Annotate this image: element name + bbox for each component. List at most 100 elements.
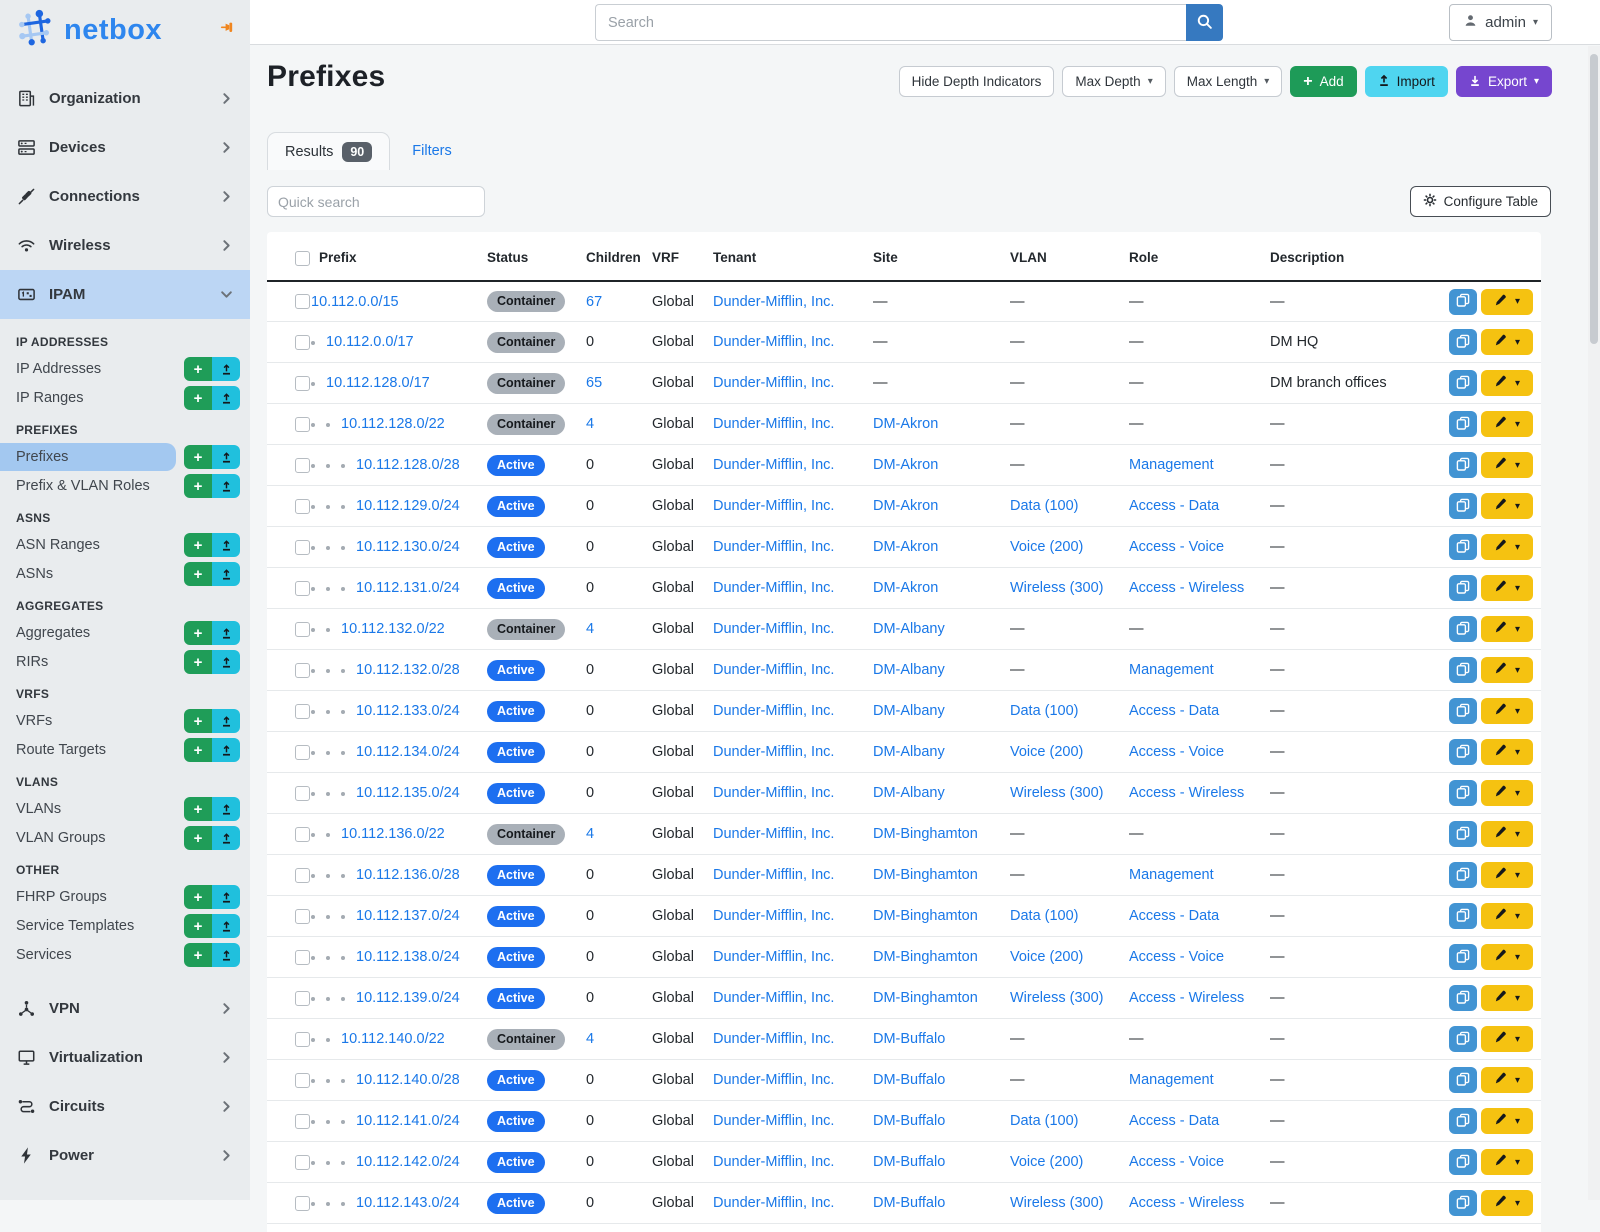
row-checkbox[interactable] xyxy=(295,417,310,432)
edit-button[interactable]: ▾ xyxy=(1481,411,1533,437)
prefix-link[interactable]: 10.112.128.0/28 xyxy=(356,457,460,473)
edit-button[interactable]: ▾ xyxy=(1481,985,1533,1011)
children-count-link[interactable]: 4 xyxy=(586,826,594,842)
quick-import-button[interactable] xyxy=(212,533,240,557)
quick-add-button[interactable]: + xyxy=(184,943,212,967)
row-checkbox[interactable] xyxy=(295,1114,310,1129)
edit-button[interactable]: ▾ xyxy=(1481,575,1533,601)
row-checkbox[interactable] xyxy=(295,1073,310,1088)
tenant-link[interactable]: Dunder-Mifflin, Inc. xyxy=(713,1195,834,1211)
site-link[interactable]: DM-Buffalo xyxy=(873,1154,945,1170)
import-button[interactable]: Import xyxy=(1365,66,1448,97)
role-link[interactable]: Access - Wireless xyxy=(1129,580,1244,596)
edit-button[interactable]: ▾ xyxy=(1481,534,1533,560)
role-link[interactable]: Access - Wireless xyxy=(1129,990,1244,1006)
quick-import-button[interactable] xyxy=(212,885,240,909)
sidebar-subitem-link[interactable]: VRFs xyxy=(0,707,176,735)
sidebar-subitem-link[interactable]: RIRs xyxy=(0,648,176,676)
quick-import-button[interactable] xyxy=(212,386,240,410)
vlan-link[interactable]: Wireless (300) xyxy=(1010,1195,1103,1211)
site-link[interactable]: DM-Buffalo xyxy=(873,1072,945,1088)
clone-button[interactable] xyxy=(1449,698,1477,724)
tenant-link[interactable]: Dunder-Mifflin, Inc. xyxy=(713,621,834,637)
vlan-link[interactable]: Data (100) xyxy=(1010,703,1079,719)
edit-button[interactable]: ▾ xyxy=(1481,1108,1533,1134)
edit-button[interactable]: ▾ xyxy=(1481,821,1533,847)
quick-import-button[interactable] xyxy=(212,474,240,498)
tenant-link[interactable]: Dunder-Mifflin, Inc. xyxy=(713,744,834,760)
role-link[interactable]: Access - Data xyxy=(1129,498,1219,514)
row-checkbox[interactable] xyxy=(295,704,310,719)
clone-button[interactable] xyxy=(1449,739,1477,765)
role-link[interactable]: Management xyxy=(1129,867,1214,883)
vlan-link[interactable]: Data (100) xyxy=(1010,908,1079,924)
role-link[interactable]: Management xyxy=(1129,1072,1214,1088)
quick-import-button[interactable] xyxy=(212,445,240,469)
edit-button[interactable]: ▾ xyxy=(1481,739,1533,765)
tenant-link[interactable]: Dunder-Mifflin, Inc. xyxy=(713,867,834,883)
role-link[interactable]: Access - Voice xyxy=(1129,539,1224,555)
tenant-link[interactable]: Dunder-Mifflin, Inc. xyxy=(713,1072,834,1088)
clone-button[interactable] xyxy=(1449,903,1477,929)
row-checkbox[interactable] xyxy=(295,1196,310,1211)
site-link[interactable]: DM-Akron xyxy=(873,457,938,473)
row-checkbox[interactable] xyxy=(295,622,310,637)
tenant-link[interactable]: Dunder-Mifflin, Inc. xyxy=(713,498,834,514)
global-search-input[interactable] xyxy=(595,4,1186,41)
select-all-checkbox[interactable] xyxy=(295,251,310,266)
quick-import-button[interactable] xyxy=(212,914,240,938)
role-link[interactable]: Access - Voice xyxy=(1129,1154,1224,1170)
prefix-link[interactable]: 10.112.138.0/24 xyxy=(356,949,460,965)
export-button[interactable]: Export▾ xyxy=(1456,66,1552,97)
column-header-vrf[interactable]: VRF xyxy=(644,232,705,281)
sidebar-subitem-link[interactable]: Route Targets xyxy=(0,736,176,764)
prefix-link[interactable]: 10.112.141.0/24 xyxy=(356,1113,460,1129)
sidebar-item-devices[interactable]: Devices xyxy=(0,123,250,172)
role-link[interactable]: Access - Data xyxy=(1129,1113,1219,1129)
sidebar-subitem-link[interactable]: Aggregates xyxy=(0,619,176,647)
sidebar-subitem-link[interactable]: ASNs xyxy=(0,560,176,588)
site-link[interactable]: DM-Akron xyxy=(873,580,938,596)
quick-import-button[interactable] xyxy=(212,562,240,586)
clone-button[interactable] xyxy=(1449,657,1477,683)
prefix-link[interactable]: 10.112.139.0/24 xyxy=(356,990,460,1006)
quick-import-button[interactable] xyxy=(212,357,240,381)
vlan-link[interactable]: Voice (200) xyxy=(1010,539,1083,555)
tenant-link[interactable]: Dunder-Mifflin, Inc. xyxy=(713,416,834,432)
site-link[interactable]: DM-Albany xyxy=(873,703,945,719)
clone-button[interactable] xyxy=(1449,575,1477,601)
tenant-link[interactable]: Dunder-Mifflin, Inc. xyxy=(713,294,834,310)
tenant-link[interactable]: Dunder-Mifflin, Inc. xyxy=(713,375,834,391)
site-link[interactable]: DM-Akron xyxy=(873,498,938,514)
quick-add-button[interactable]: + xyxy=(184,621,212,645)
vlan-link[interactable]: Data (100) xyxy=(1010,1113,1079,1129)
clone-button[interactable] xyxy=(1449,985,1477,1011)
column-header-status[interactable]: Status xyxy=(479,232,578,281)
vlan-link[interactable]: Wireless (300) xyxy=(1010,990,1103,1006)
prefix-link[interactable]: 10.112.140.0/22 xyxy=(341,1031,445,1047)
edit-button[interactable]: ▾ xyxy=(1481,657,1533,683)
sidebar-subitem-link[interactable]: IP Addresses xyxy=(0,355,176,383)
row-checkbox[interactable] xyxy=(295,1155,310,1170)
sidebar-pin-icon[interactable] xyxy=(219,19,236,41)
max-length-button[interactable]: Max Length▾ xyxy=(1174,66,1283,97)
prefix-link[interactable]: 10.112.130.0/24 xyxy=(356,539,460,555)
prefix-link[interactable]: 10.112.132.0/28 xyxy=(356,662,460,678)
quick-add-button[interactable]: + xyxy=(184,885,212,909)
sidebar-item-organization[interactable]: Organization xyxy=(0,74,250,123)
prefix-link[interactable]: 10.112.131.0/24 xyxy=(356,580,460,596)
prefix-link[interactable]: 10.112.128.0/22 xyxy=(341,416,445,432)
tenant-link[interactable]: Dunder-Mifflin, Inc. xyxy=(713,1113,834,1129)
children-count-link[interactable]: 4 xyxy=(586,416,594,432)
quick-import-button[interactable] xyxy=(212,797,240,821)
site-link[interactable]: DM-Akron xyxy=(873,416,938,432)
clone-button[interactable] xyxy=(1449,1026,1477,1052)
prefix-link[interactable]: 10.112.134.0/24 xyxy=(356,744,460,760)
clone-button[interactable] xyxy=(1449,329,1477,355)
sidebar-item-connections[interactable]: Connections xyxy=(0,172,250,221)
site-link[interactable]: DM-Albany xyxy=(873,744,945,760)
quick-import-button[interactable] xyxy=(212,943,240,967)
tab-results[interactable]: Results 90 xyxy=(267,132,390,170)
clone-button[interactable] xyxy=(1449,1108,1477,1134)
quick-add-button[interactable]: + xyxy=(184,386,212,410)
